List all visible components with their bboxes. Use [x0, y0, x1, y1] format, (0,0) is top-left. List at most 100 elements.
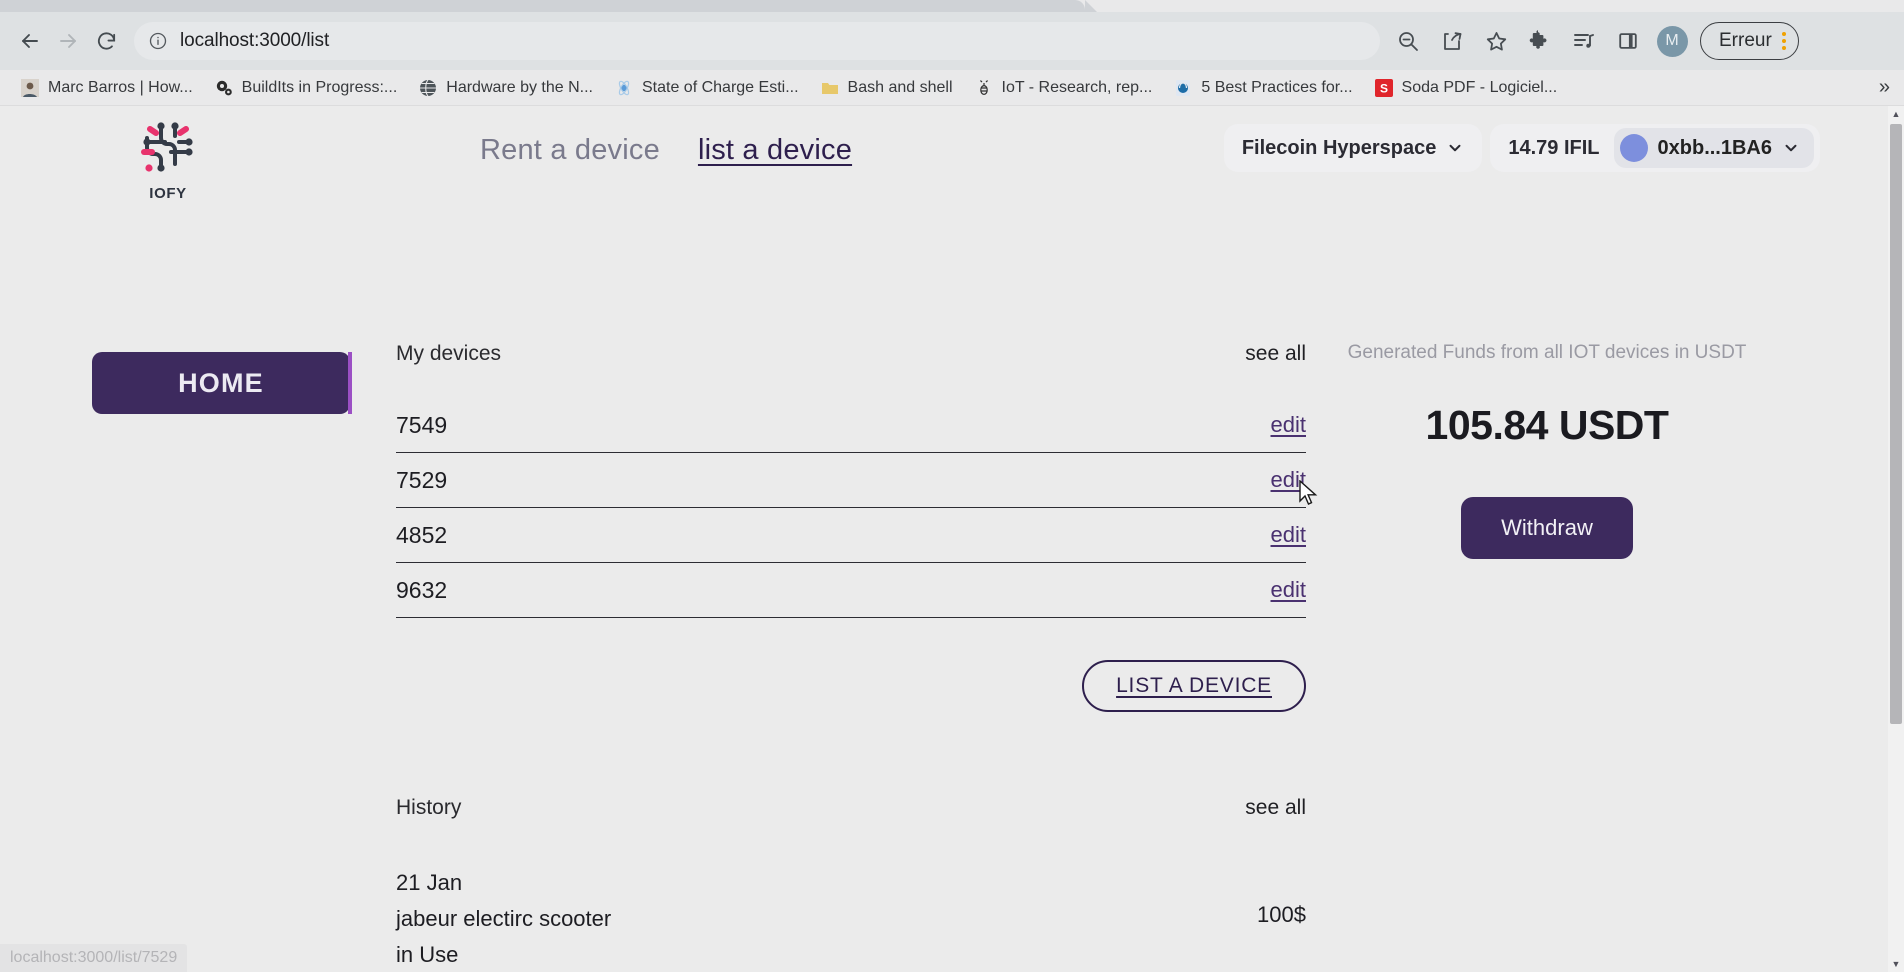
sidebar-item-label: HOME: [178, 367, 264, 398]
table-row[interactable]: 7549 edit: [396, 398, 1306, 453]
my-devices-header: My devices see all: [396, 342, 1306, 366]
address-bar-url: localhost:3000/list: [180, 30, 330, 51]
svg-text:S: S: [1380, 81, 1388, 95]
list-a-device-label: LIST A DEVICE: [1116, 674, 1272, 697]
bookmark-star-icon[interactable]: [1474, 21, 1518, 61]
tab-strip: [0, 0, 1904, 12]
share-icon[interactable]: [1430, 21, 1474, 61]
bookmark-item[interactable]: S Soda PDF - Logiciel...: [1364, 75, 1569, 101]
my-devices-title: My devices: [396, 342, 502, 365]
bookmark-item[interactable]: State of Charge Esti...: [604, 75, 810, 101]
bookmark-label: 5 Best Practices for...: [1201, 78, 1353, 96]
table-row[interactable]: 4852 edit: [396, 508, 1306, 563]
bookmark-label: BuildIts in Progress:...: [241, 78, 398, 96]
nav-rent-a-device[interactable]: Rent a device: [480, 134, 660, 167]
globe-favicon: [419, 79, 437, 97]
error-pill-button[interactable]: Erreur: [1700, 22, 1799, 60]
active-tab[interactable]: [0, 0, 1085, 12]
zoom-out-icon[interactable]: [1386, 21, 1430, 61]
history-item-date: 21 Jan: [396, 870, 463, 895]
sidebar-active-accent-bar: [348, 352, 352, 414]
error-pill-label: Erreur: [1719, 30, 1772, 51]
nav-list-a-device[interactable]: list a device: [698, 134, 852, 167]
table-row[interactable]: 9632 edit: [396, 563, 1306, 618]
address-bar[interactable]: localhost:3000/list: [134, 22, 1380, 60]
history-item-device: jabeur electirc scooter: [396, 906, 612, 931]
profile-avatar[interactable]: M: [1650, 21, 1694, 61]
device-edit-link[interactable]: edit: [1271, 577, 1306, 603]
site-header: IOFY Rent a device list a device Filecoi…: [0, 106, 1888, 202]
chain-selector[interactable]: Filecoin Hyperspace: [1223, 124, 1483, 172]
vertical-scrollbar[interactable]: ▲ ▼: [1888, 106, 1904, 972]
chevron-down-icon: [1782, 139, 1800, 157]
device-id: 9632: [396, 576, 448, 603]
extensions-puzzle-icon[interactable]: [1518, 21, 1562, 61]
table-row[interactable]: 7529 edit: [396, 453, 1306, 508]
bookmark-item[interactable]: Marc Barros | How...: [10, 75, 204, 101]
wallet-avatar-icon: [1619, 134, 1648, 162]
wallet-widget: Filecoin Hyperspace 14.79 IFIL 0xbb...1B…: [1223, 124, 1820, 172]
bookmark-label: Marc Barros | How...: [48, 78, 193, 96]
device-edit-link[interactable]: edit: [1271, 522, 1306, 548]
kebab-menu-icon[interactable]: [1781, 32, 1786, 50]
iofy-circuit-logo: [135, 116, 201, 183]
sidebar-item-home[interactable]: HOME: [92, 352, 350, 414]
bookmark-label: IoT - Research, rep...: [1001, 78, 1153, 96]
bookmarks-bar: Marc Barros | How... BuildIts in Progres…: [0, 70, 1904, 106]
photo-avatar-favicon: [21, 78, 39, 97]
toolbar-right-actions: M Erreur: [1386, 21, 1799, 61]
list-a-device-button[interactable]: LIST A DEVICE: [1082, 660, 1306, 712]
withdraw-button[interactable]: Withdraw: [1461, 497, 1633, 559]
device-id: 7529: [396, 466, 448, 493]
bookmark-label: Hardware by the N...: [446, 78, 593, 96]
list-item[interactable]: 21 Jan jabeur electirc scooter in Use 10…: [396, 870, 1306, 968]
blue-doc-favicon: [1174, 79, 1192, 97]
media-playlist-icon[interactable]: [1562, 21, 1606, 61]
page-viewport: IOFY Rent a device list a device Filecoi…: [0, 106, 1904, 972]
forward-button[interactable]: [50, 23, 86, 59]
reload-button[interactable]: [88, 23, 124, 59]
history-see-all[interactable]: see all: [1245, 796, 1306, 820]
page-content: IOFY Rent a device list a device Filecoi…: [0, 106, 1888, 972]
device-id: 4852: [396, 521, 448, 548]
scrollbar-down-arrow[interactable]: ▼: [1888, 956, 1904, 972]
device-id: 7549: [396, 411, 448, 438]
site-logo-text: IOFY: [149, 185, 187, 202]
bookmark-label: Soda PDF - Logiciel...: [1401, 78, 1558, 96]
bookmark-item[interactable]: Bash and shell: [810, 75, 964, 101]
bookmark-item[interactable]: BuildIts in Progress:...: [204, 75, 409, 101]
history-item-details: 21 Jan jabeur electirc scooter in Use: [396, 870, 611, 968]
scrollbar-up-arrow[interactable]: ▲: [1888, 106, 1904, 122]
wallet-address: 0xbb...1BA6: [1657, 136, 1772, 159]
chevron-down-icon: [1446, 139, 1464, 157]
site-info-icon[interactable]: [148, 31, 168, 51]
account-chip: 14.79 IFIL 0xbb...1BA6: [1490, 124, 1820, 172]
site-nav: Rent a device list a device: [480, 134, 852, 167]
device-edit-link[interactable]: edit: [1271, 412, 1306, 438]
bookmark-item[interactable]: 5 Best Practices for...: [1163, 75, 1363, 101]
link-status-bubble: localhost:3000/list/7529: [0, 944, 188, 972]
gears-favicon: [215, 79, 233, 97]
history-header: History see all: [396, 796, 1306, 820]
browser-window: localhost:3000/list M Erreur Marc Barros…: [0, 0, 1904, 972]
history-item-status: in Use: [396, 942, 459, 967]
back-button[interactable]: [12, 23, 48, 59]
folder-favicon: [821, 79, 839, 97]
wallet-address-button[interactable]: 0xbb...1BA6: [1613, 128, 1814, 168]
browser-toolbar: localhost:3000/list M Erreur: [0, 12, 1904, 70]
device-list: 7549 edit 7529 edit 4852 edit 9632 edit: [396, 398, 1306, 618]
atom-favicon: [615, 79, 633, 97]
my-devices-see-all[interactable]: see all: [1245, 342, 1306, 366]
device-edit-link[interactable]: edit: [1271, 467, 1306, 493]
my-devices-section: My devices see all 7549 edit 7529 edit 4…: [396, 342, 1306, 712]
site-logo[interactable]: IOFY: [122, 116, 214, 202]
soda-pdf-favicon: S: [1374, 78, 1393, 97]
bookmark-label: Bash and shell: [847, 78, 953, 96]
funds-panel-amount: 105.84 USDT: [1425, 402, 1669, 448]
bookmarks-overflow-button[interactable]: »: [1879, 76, 1890, 99]
bookmark-item[interactable]: IoT - Research, rep...: [964, 75, 1164, 101]
bookmark-item[interactable]: Hardware by the N...: [408, 75, 604, 101]
side-panel-icon[interactable]: [1606, 21, 1650, 61]
scrollbar-thumb[interactable]: [1890, 124, 1902, 724]
wallet-balance: 14.79 IFIL: [1508, 136, 1600, 159]
